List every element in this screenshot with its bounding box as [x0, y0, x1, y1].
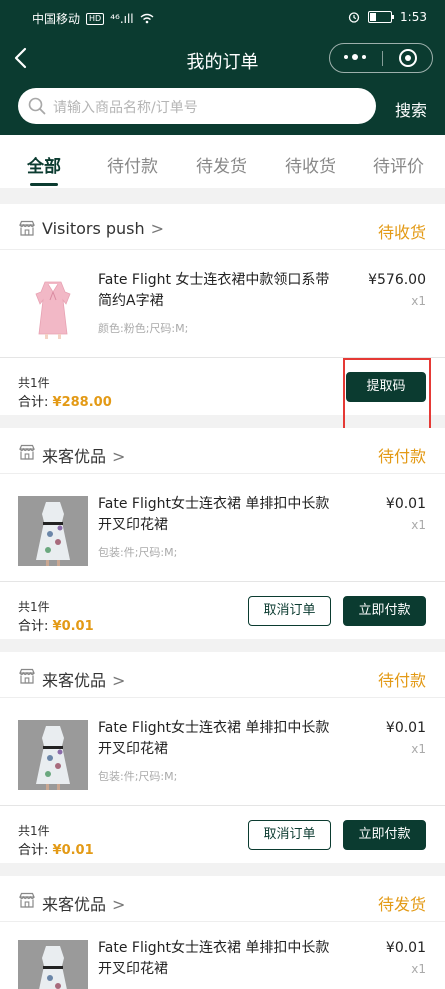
shop-icon — [19, 892, 35, 908]
order-tabs: 全部 待付款 待发货 待收货 待评价 — [0, 135, 445, 188]
total-amount: ¥288.00 — [52, 395, 112, 410]
total-label: 合计: — [18, 395, 49, 410]
shop-icon — [19, 668, 35, 684]
shop-name: 来客优品 — [42, 671, 107, 690]
chevron-right-icon: > — [112, 671, 126, 690]
order-item[interactable]: Fate Flight 女士连衣裙中款领口系带简约A字裙 颜色:粉色;尺码:M;… — [0, 250, 445, 357]
order-card: 来客优品 > 待发货 Fate Flight女士连衣裙 单排扣中长款开叉印花裙 ¥… — [0, 876, 445, 989]
order-footer: 共1件 合计: ¥0.01 取消订单 立即付款 — [0, 805, 445, 875]
wifi-icon — [140, 13, 154, 24]
product-title: Fate Flight 女士连衣裙中款领口系带简约A字裙 — [98, 272, 330, 309]
order-status: 待付款 — [377, 671, 426, 690]
order-status: 待收货 — [377, 223, 426, 242]
order-item[interactable]: Fate Flight女士连衣裙 单排扣中长款开叉印花裙 包装:件;尺码:M; … — [0, 698, 445, 805]
tab-pending-review[interactable]: 待评价 — [373, 152, 424, 177]
product-image — [18, 496, 88, 566]
shop-icon — [19, 220, 35, 236]
search-placeholder: 请输入商品名称/订单号 — [53, 100, 198, 116]
order-status: 待发货 — [377, 895, 426, 914]
pay-now-button[interactable]: 立即付款 — [343, 820, 426, 850]
highlight-box — [343, 358, 431, 436]
shop-name-wrap: Visitors push > — [42, 219, 164, 238]
app-header: 中国移动 HD ⁴⁶.ıll 1:53 我的订单 请输入商品名称/订单号 搜索 — [0, 0, 445, 135]
order-item[interactable]: Fate Flight女士连衣裙 单排扣中长款开叉印花裙 包装:件;尺码:M; … — [0, 474, 445, 581]
product-quantity: x1 — [411, 518, 426, 532]
active-tab-indicator — [30, 183, 58, 186]
item-count: 共1件 — [18, 824, 50, 838]
order-total: 合计: ¥0.01 — [18, 615, 94, 634]
product-price: ¥0.01 — [385, 720, 426, 736]
cancel-order-button[interactable]: 取消订单 — [248, 596, 331, 626]
item-count: 共1件 — [18, 376, 50, 390]
product-image — [18, 940, 88, 989]
product-title: Fate Flight女士连衣裙 单排扣中长款开叉印花裙 — [98, 720, 330, 757]
total-label: 合计: — [18, 619, 49, 634]
product-image — [18, 720, 88, 790]
shop-icon — [19, 444, 35, 460]
tab-pending-payment[interactable]: 待付款 — [107, 152, 158, 177]
total-label: 合计: — [18, 843, 49, 858]
order-status: 待付款 — [377, 447, 426, 466]
mini-program-capsule — [329, 43, 433, 73]
chevron-right-icon: > — [112, 895, 126, 914]
hd-badge: HD — [86, 12, 105, 25]
item-count: 共1件 — [18, 600, 50, 614]
battery-icon — [368, 11, 395, 23]
search-icon — [28, 97, 46, 115]
carrier-label: 中国移动 — [32, 12, 81, 26]
product-spec: 颜色:粉色;尺码:M; — [98, 322, 189, 335]
product-image — [18, 272, 88, 342]
search-input[interactable]: 请输入商品名称/订单号 — [18, 88, 376, 124]
search-button[interactable]: 搜索 — [395, 97, 427, 121]
capsule-divider — [382, 51, 383, 66]
shop-name: 来客优品 — [42, 895, 107, 914]
close-mini-program-icon[interactable] — [399, 49, 417, 67]
shop-name-wrap: 来客优品 > — [42, 443, 125, 467]
signal-icon: ⁴⁶.ıll — [110, 11, 134, 26]
pay-now-button[interactable]: 立即付款 — [343, 596, 426, 626]
order-total: 合计: ¥288.00 — [18, 391, 112, 410]
chevron-right-icon: > — [112, 447, 126, 466]
shop-header[interactable]: 来客优品 > 待发货 — [0, 876, 445, 922]
total-amount: ¥0.01 — [52, 843, 94, 858]
product-quantity: x1 — [411, 294, 426, 308]
alarm-icon — [348, 12, 360, 23]
shop-name-wrap: 来客优品 > — [42, 891, 125, 915]
order-card: 来客优品 > 待付款 Fate Flight女士连衣裙 单排扣中长款开叉印花裙 包… — [0, 428, 445, 639]
clock-label: 1:53 — [400, 10, 427, 24]
product-price: ¥0.01 — [385, 940, 426, 956]
shop-name: Visitors push — [42, 219, 145, 238]
order-total: 合计: ¥0.01 — [18, 839, 94, 858]
total-amount: ¥0.01 — [52, 619, 94, 634]
chevron-right-icon: > — [150, 219, 165, 238]
product-price: ¥576.00 — [368, 272, 426, 288]
shop-header[interactable]: Visitors push > 待收货 — [0, 204, 445, 250]
tab-pending-shipment[interactable]: 待发货 — [196, 152, 247, 177]
shop-header[interactable]: 来客优品 > 待付款 — [0, 652, 445, 698]
product-title: Fate Flight女士连衣裙 单排扣中长款开叉印花裙 — [98, 940, 330, 977]
cancel-order-button[interactable]: 取消订单 — [248, 820, 331, 850]
product-title: Fate Flight女士连衣裙 单排扣中长款开叉印花裙 — [98, 496, 330, 533]
more-options-icon[interactable] — [344, 54, 366, 60]
product-quantity: x1 — [411, 742, 426, 756]
order-card: 来客优品 > 待付款 Fate Flight女士连衣裙 单排扣中长款开叉印花裙 包… — [0, 652, 445, 863]
product-spec: 包装:件;尺码:M; — [98, 770, 178, 783]
title-bar: 我的订单 — [0, 40, 445, 78]
shop-header[interactable]: 来客优品 > 待付款 — [0, 428, 445, 474]
tab-pending-receipt[interactable]: 待收货 — [285, 152, 336, 177]
tab-all[interactable]: 全部 — [27, 152, 61, 177]
order-footer: 共1件 合计: ¥0.01 取消订单 立即付款 — [0, 581, 445, 651]
status-bar: 中国移动 HD ⁴⁶.ıll 1:53 — [0, 0, 445, 34]
product-spec: 包装:件;尺码:M; — [98, 546, 178, 559]
shop-name: 来客优品 — [42, 447, 107, 466]
product-price: ¥0.01 — [385, 496, 426, 512]
shop-name-wrap: 来客优品 > — [42, 667, 125, 691]
order-item[interactable]: Fate Flight女士连衣裙 单排扣中长款开叉印花裙 ¥0.01 x1 — [0, 922, 445, 989]
product-quantity: x1 — [411, 962, 426, 976]
